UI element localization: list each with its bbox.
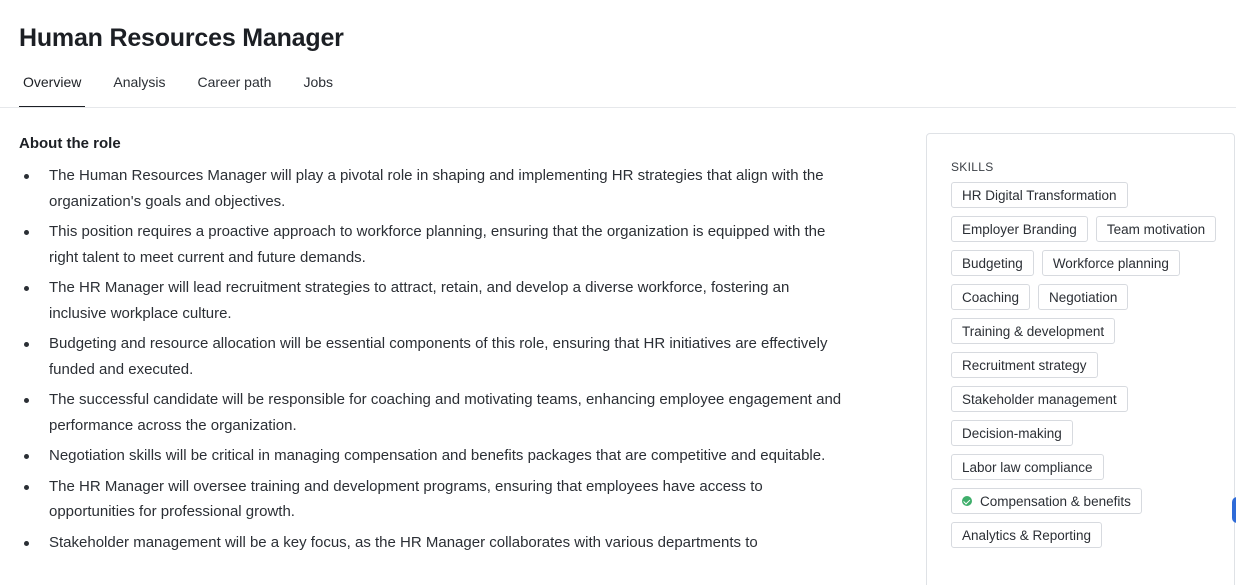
- bullet-icon: [24, 454, 29, 459]
- list-item-text: Stakeholder management will be a key foc…: [49, 533, 758, 551]
- list-item-text: The Human Resources Manager will play a …: [49, 167, 824, 210]
- skill-chip-label: Decision-making: [962, 425, 1062, 441]
- skill-chip-verified[interactable]: Compensation & benefits: [951, 488, 1142, 514]
- skill-chip[interactable]: Decision-making: [951, 420, 1073, 446]
- page-title: Human Resources Manager: [19, 24, 344, 52]
- skills-card: SKILLS HR Digital Transformation Employe…: [926, 133, 1235, 585]
- tab-analysis[interactable]: Analysis: [109, 66, 169, 108]
- list-item-text: The successful candidate will be respons…: [49, 391, 842, 434]
- skill-chip[interactable]: Workforce planning: [1041, 250, 1180, 276]
- skill-chip-label: Negotiation: [1049, 289, 1118, 305]
- bullet-icon: [24, 342, 29, 347]
- list-item: The successful candidate will be respons…: [24, 387, 844, 438]
- list-item: The HR Manager will lead recruitment str…: [24, 275, 844, 326]
- bullet-icon: [24, 286, 29, 291]
- bullet-icon: [24, 230, 29, 235]
- floating-help-button[interactable]: [1232, 497, 1236, 523]
- skill-chip-label: Budgeting: [962, 255, 1023, 271]
- list-item: The HR Manager will oversee training and…: [24, 474, 844, 525]
- skill-chip-label: Stakeholder management: [962, 391, 1117, 407]
- about-role-heading: About the role: [19, 135, 121, 152]
- tab-divider: [0, 107, 1236, 108]
- skill-chip-label: HR Digital Transformation: [962, 187, 1117, 203]
- skill-chip[interactable]: Budgeting: [951, 250, 1034, 276]
- skill-chip[interactable]: Stakeholder management: [951, 386, 1128, 412]
- list-item: Negotiation skills will be critical in m…: [24, 443, 844, 469]
- bullet-icon: [24, 484, 29, 490]
- list-item-text: This position requires a proactive appro…: [49, 223, 826, 266]
- about-role-list: The Human Resources Manager will play a …: [24, 163, 844, 560]
- skill-chip[interactable]: Labor law compliance: [951, 454, 1104, 480]
- skill-chip[interactable]: Analytics & Reporting: [951, 522, 1103, 548]
- list-item-text: Budgeting and resource allocation will b…: [49, 335, 828, 378]
- tab-career-path[interactable]: Career path: [194, 66, 276, 108]
- skill-chip-label: Employer Branding: [962, 221, 1077, 237]
- bullet-icon: [24, 398, 29, 403]
- skill-chip-label: Labor law compliance: [962, 459, 1093, 475]
- skill-chip-label: Analytics & Reporting: [962, 527, 1092, 543]
- tab-bar: Overview Analysis Career path Jobs: [19, 66, 361, 108]
- list-item: Stakeholder management will be a key foc…: [24, 530, 844, 556]
- tab-overview[interactable]: Overview: [19, 66, 86, 108]
- skill-chip[interactable]: Team motivation: [1095, 216, 1217, 242]
- bullet-icon: [24, 174, 29, 179]
- page: Human Resources Manager Overview Analysi…: [0, 0, 1236, 585]
- skill-chip[interactable]: Recruitment strategy: [951, 352, 1098, 378]
- list-item: The Human Resources Manager will play a …: [24, 163, 844, 214]
- list-item: This position requires a proactive appro…: [24, 219, 844, 270]
- skill-chip[interactable]: Employer Branding: [951, 216, 1088, 242]
- list-item-text: Negotiation skills will be critical in m…: [49, 447, 826, 464]
- skill-chip-label: Coaching: [962, 289, 1020, 305]
- skill-chip-label: Team motivation: [1106, 221, 1206, 237]
- tab-jobs[interactable]: Jobs: [299, 66, 337, 108]
- skill-chip-label: Training & development: [962, 323, 1105, 339]
- skill-chip[interactable]: HR Digital Transformation: [951, 182, 1128, 208]
- skill-chip[interactable]: Training & development: [951, 318, 1116, 344]
- skill-chip-label: Compensation & benefits: [980, 493, 1131, 509]
- skills-chip-list: HR Digital Transformation Employer Brand…: [951, 182, 1221, 548]
- list-item-text: The HR Manager will oversee training and…: [49, 477, 763, 521]
- skill-chip[interactable]: Coaching: [951, 284, 1031, 310]
- skill-chip-label: Recruitment strategy: [962, 357, 1087, 373]
- check-circle-icon: [962, 496, 972, 506]
- list-item: Budgeting and resource allocation will b…: [24, 331, 844, 382]
- skill-chip[interactable]: Negotiation: [1038, 284, 1129, 310]
- list-item-text: The HR Manager will lead recruitment str…: [49, 279, 790, 322]
- skill-chip-label: Workforce planning: [1052, 255, 1169, 271]
- skills-heading: SKILLS: [951, 160, 994, 174]
- bullet-icon: [24, 540, 29, 546]
